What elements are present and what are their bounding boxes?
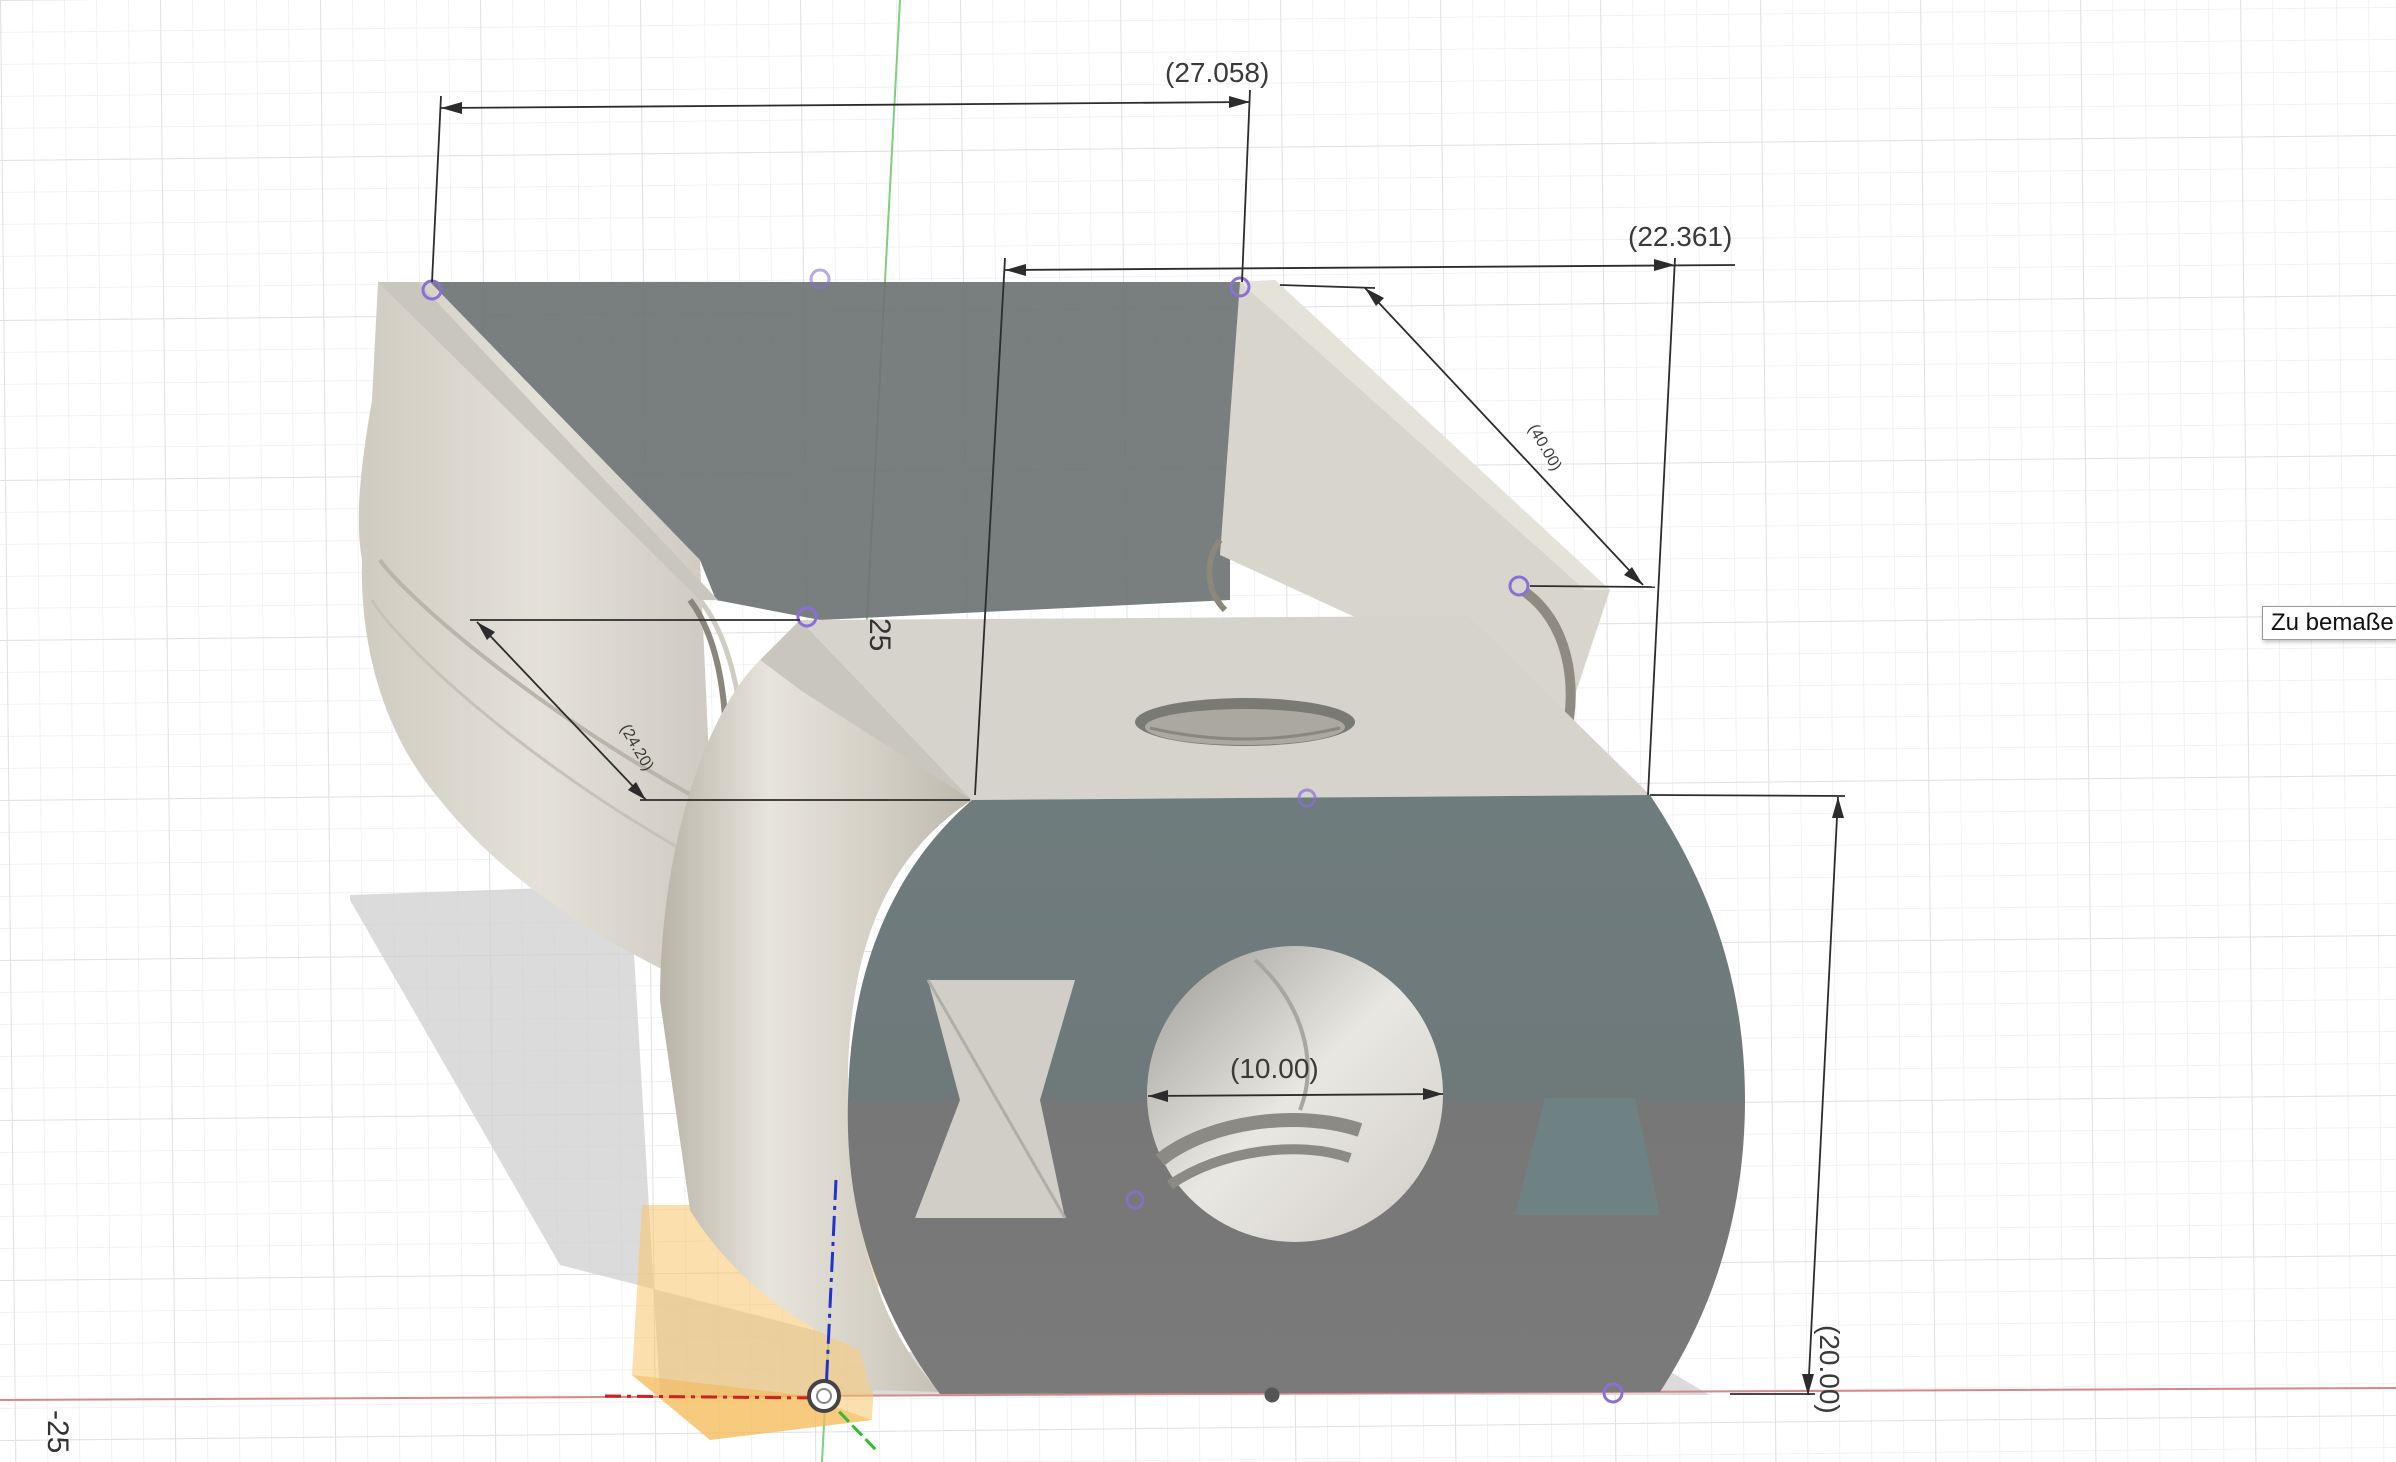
dimension-right-width[interactable]: (22.361) — [1628, 221, 1732, 252]
dimension-top-width[interactable]: (27.058) — [1165, 57, 1269, 88]
origin-point-icon[interactable] — [807, 1379, 841, 1413]
y-axis-tick-label: 25 — [863, 618, 896, 651]
dimension-height[interactable]: (20.00) — [1814, 1325, 1845, 1414]
tooltip: Zu bemaße — [2262, 606, 2396, 640]
sketch-point[interactable] — [1264, 1387, 1280, 1403]
x-axis-tick-label: -25 — [41, 1410, 74, 1453]
red-axis-stub — [604, 1394, 821, 1400]
3d-viewport[interactable]: (27.058) (22.361) (40.00) (24.20) (10.00… — [0, 0, 2396, 1462]
dimension-hole-diameter[interactable]: (10.00) — [1230, 1053, 1319, 1084]
